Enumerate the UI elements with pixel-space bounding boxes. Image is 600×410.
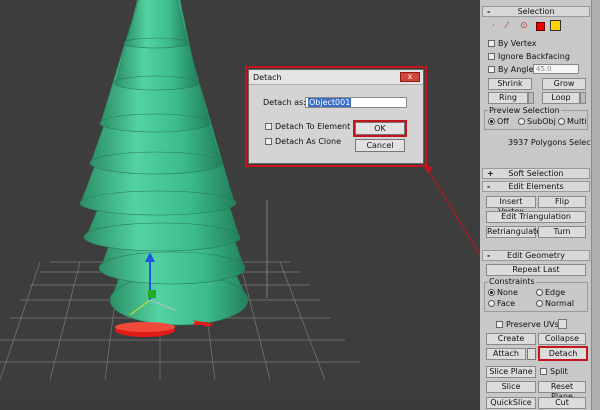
attach-list-icon[interactable] (527, 348, 536, 360)
collapse-button[interactable]: Collapse (538, 333, 586, 345)
split-checkbox[interactable] (540, 368, 547, 375)
polygon-icon[interactable] (536, 22, 545, 31)
panel-scrollbar[interactable] (591, 0, 600, 410)
detach-to-element-checkbox[interactable] (265, 123, 272, 130)
selection-status-text: 3937 Polygons Selected (508, 138, 600, 147)
ok-highlight-outline (353, 120, 407, 137)
constraint-edge-radio[interactable] (536, 289, 543, 296)
edge-icon[interactable]: ⁄ (506, 21, 516, 31)
constraint-face-radio[interactable] (488, 300, 495, 307)
dialog-title-bar[interactable]: Detach x (249, 70, 423, 85)
ring-spinner[interactable] (528, 92, 534, 104)
create-button[interactable]: Create (486, 333, 536, 345)
perspective-viewport[interactable]: 50556065707580859095100 (0, 0, 480, 398)
constraint-normal-radio[interactable] (536, 300, 543, 307)
preview-off-radio[interactable] (488, 118, 495, 125)
loop-button[interactable]: Loop (542, 92, 580, 104)
turn-button[interactable]: Turn (538, 226, 586, 238)
preserve-uvs-label: Preserve UVs (506, 320, 559, 329)
repeat-last-button[interactable]: Repeat Last (486, 264, 586, 276)
cancel-button[interactable]: Cancel (355, 139, 405, 152)
element-icon[interactable] (550, 20, 561, 31)
dialog-title: Detach (253, 73, 282, 82)
slice-button[interactable]: Slice (486, 381, 536, 393)
edit-triangulation-button[interactable]: Edit Triangulation (486, 211, 586, 223)
detach-name-value: Object001 (308, 98, 352, 107)
quickslice-button[interactable]: QuickSlice (486, 397, 536, 409)
constraint-normal-label: Normal (545, 299, 574, 308)
preserve-uvs-settings-icon[interactable] (558, 319, 567, 329)
constraint-none-label: None (497, 288, 518, 297)
soft-selection-rollout-header[interactable]: + Soft Selection (482, 168, 590, 179)
by-angle-checkbox[interactable] (488, 66, 495, 73)
selection-rollout-header[interactable]: - Selection (482, 6, 590, 17)
retriangulate-button[interactable]: Retriangulate (486, 226, 541, 238)
viewport-scene (0, 0, 480, 381)
preview-off-label: Off (497, 117, 509, 126)
ignore-backfacing-label: Ignore Backfacing (498, 52, 570, 61)
ignore-backfacing-checkbox[interactable] (488, 53, 495, 60)
ring-button[interactable]: Ring (488, 92, 528, 104)
flip-button[interactable]: Flip (538, 196, 586, 208)
constraint-none-radio[interactable] (488, 289, 495, 296)
loop-spinner[interactable] (580, 92, 586, 104)
detach-as-clone-checkbox[interactable] (265, 138, 272, 145)
edit-geometry-rollout-header[interactable]: - Edit Geometry (482, 250, 590, 261)
by-angle-label: By Angle: (498, 65, 537, 74)
subobject-toolbar: · ⁄ ⊙ (492, 20, 582, 32)
detach-dialog: Detach x Detach as: Object001 Detach To … (248, 69, 424, 164)
command-panel: - Selection · ⁄ ⊙ By Vertex Ignore Backf… (480, 0, 600, 410)
constraints-label: Constraints (488, 277, 536, 286)
shrink-button[interactable]: Shrink (488, 78, 532, 90)
detach-name-input[interactable]: Object001 (305, 97, 407, 108)
constraint-face-label: Face (497, 299, 516, 308)
preserve-uvs-checkbox[interactable] (496, 321, 503, 328)
detach-as-clone-label: Detach As Clone (275, 137, 342, 146)
constraint-edge-label: Edge (545, 288, 566, 297)
grow-button[interactable]: Grow (542, 78, 586, 90)
detach-to-element-label: Detach To Element (275, 122, 351, 131)
detach-as-label: Detach as: (263, 98, 306, 107)
callout-arrow (422, 162, 480, 256)
tree-model (79, 0, 249, 326)
by-vertex-label: By Vertex (498, 39, 537, 48)
preview-multi-label: Multi (567, 117, 587, 126)
cut-button[interactable]: Cut (538, 397, 586, 409)
attach-button[interactable]: Attach (486, 348, 526, 360)
preview-selection-label: Preview Selection (488, 106, 561, 115)
insert-vertex-button[interactable]: Insert Vertex (486, 196, 536, 216)
preview-multi-radio[interactable] (558, 118, 565, 125)
edit-elements-rollout-header[interactable]: - Edit Elements (482, 181, 590, 192)
preview-subobj-label: SubObj (527, 117, 556, 126)
by-vertex-checkbox[interactable] (488, 40, 495, 47)
slice-plane-button[interactable]: Slice Plane (486, 366, 536, 378)
angle-spinner[interactable]: 45.0 (533, 64, 579, 74)
vertex-icon[interactable]: · (492, 21, 502, 31)
detach-button[interactable]: Detach (538, 346, 588, 361)
split-label: Split (550, 367, 568, 376)
close-icon[interactable]: x (400, 72, 420, 82)
border-icon[interactable]: ⊙ (520, 21, 530, 31)
preview-subobj-radio[interactable] (518, 118, 525, 125)
reset-plane-button[interactable]: Reset Plane (538, 381, 586, 401)
